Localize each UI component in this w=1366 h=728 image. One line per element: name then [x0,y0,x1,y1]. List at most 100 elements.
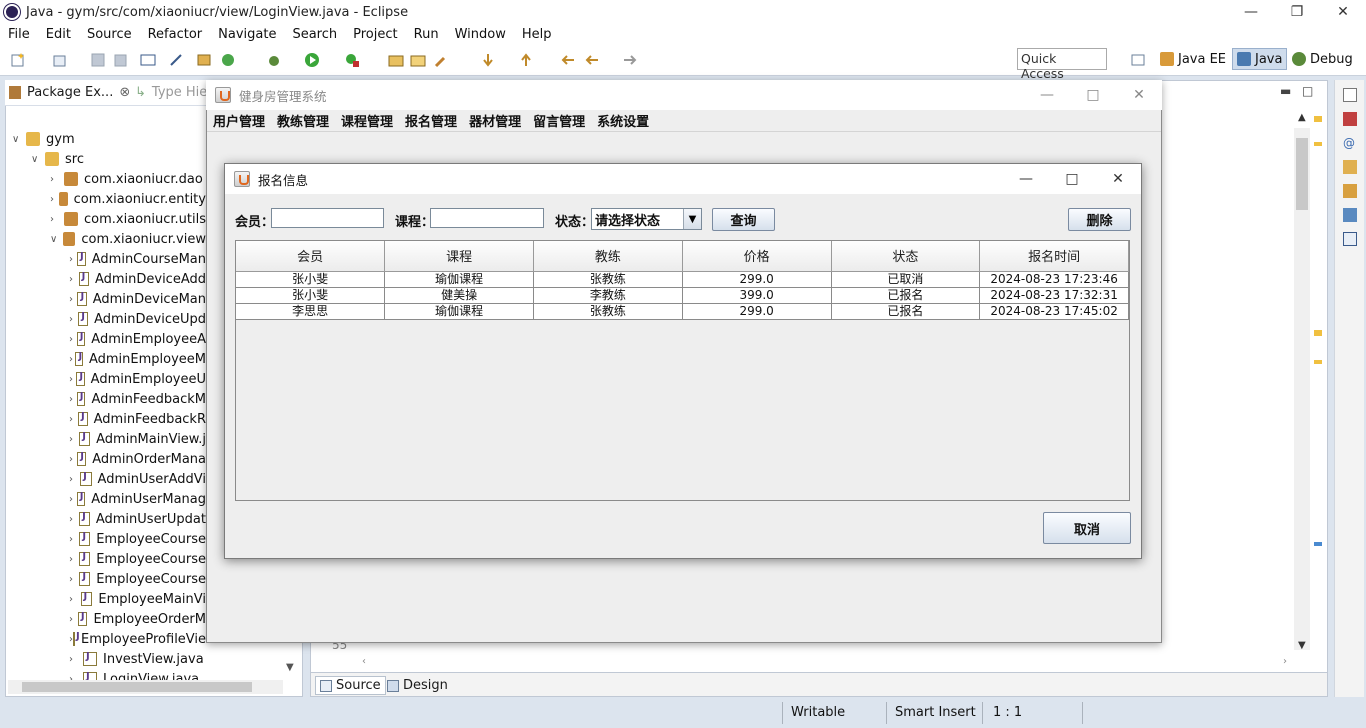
restore-icon[interactable]: ❐ [1274,0,1320,24]
status-select[interactable]: 请选择状态 ▼ [591,208,702,230]
editor-scrollbar-thumb[interactable] [1296,138,1308,210]
table-row[interactable]: 张小斐 瑜伽课程 张教练 299.0 已取消 2024-08-23 17:23:… [236,271,1129,288]
table-cell[interactable]: 张小斐 [236,271,386,288]
maximize-icon[interactable]: □ [1049,164,1095,194]
collapsed-arrow-icon[interactable]: › [69,654,83,665]
table-cell[interactable]: 张教练 [533,271,683,288]
table-cell[interactable]: 2024-08-23 17:45:02 [979,303,1129,320]
collapsed-arrow-icon[interactable]: › [69,434,79,445]
editor-vertical-scrollbar[interactable] [1294,128,1310,650]
javadoc-icon[interactable]: @ [1343,136,1357,150]
menu-navigate[interactable]: Navigate [210,27,284,42]
column-header-course[interactable]: 课程 [384,241,534,272]
back-icon[interactable] [584,52,600,68]
expanded-arrow-icon[interactable]: ∨ [12,134,26,145]
course-input[interactable] [430,208,544,228]
table-cell[interactable]: 已报名 [831,287,981,304]
quick-access-input[interactable]: Quick Access [1017,48,1107,81]
collapsed-arrow-icon[interactable]: › [50,194,59,205]
open-folder-icon[interactable] [410,52,426,68]
run-external-icon[interactable] [344,52,360,68]
tree-item[interactable]: › com.xiaoniucr.utils [50,209,206,229]
perspective-java-ee[interactable]: Java EE [1156,48,1230,70]
tree-item[interactable]: › EmployeeCourse [69,529,206,549]
collapsed-arrow-icon[interactable]: › [69,334,77,345]
open-perspective-icon[interactable] [1130,52,1146,68]
menu-edit[interactable]: Edit [38,27,79,42]
column-header-coach[interactable]: 教练 [533,241,683,272]
tree-item[interactable]: › com.xiaoniucr.entity [50,189,206,209]
menu-equipment-management[interactable]: 器材管理 [463,111,527,130]
tree-item[interactable]: ∨ com.xiaoniucr.view [50,229,206,249]
menu-help[interactable]: Help [514,27,560,42]
column-header-status[interactable]: 状态 [831,241,981,272]
table-cell[interactable]: 已报名 [831,303,981,320]
menu-enrollment-management[interactable]: 报名管理 [399,111,463,130]
perspective-debug[interactable]: Debug [1288,48,1357,70]
menu-course-management[interactable]: 课程管理 [335,111,399,130]
menu-file[interactable]: File [0,27,38,42]
tree-item[interactable]: › EmployeeCourse [69,569,206,589]
table-cell[interactable]: 张教练 [533,303,683,320]
next-annotation-icon[interactable] [480,52,496,68]
member-input[interactable] [271,208,384,228]
console-icon[interactable] [140,52,156,68]
skip-breakpoints-icon[interactable] [168,52,184,68]
search-tool-icon[interactable] [434,52,450,68]
new-icon[interactable] [10,52,26,68]
editor-scroll-left-icon[interactable]: ‹ [362,656,366,667]
tab-type-hierarchy[interactable]: ↳ Type Hie [135,85,207,100]
scroll-down-icon[interactable]: ▼ [286,662,294,673]
open-type-icon[interactable] [388,52,404,68]
tree-item[interactable]: › AdminEmployeeU [69,369,206,389]
tree-item[interactable]: › AdminUserUpdat [69,509,206,529]
minimize-view-icon[interactable]: ▬ [1280,84,1291,98]
table-cell[interactable]: 瑜伽课程 [384,303,534,320]
tree-item[interactable]: › InvestView.java [69,649,204,669]
close-icon[interactable]: ✕ [1095,164,1141,194]
build-icon[interactable] [196,52,212,68]
declaration-icon[interactable] [1343,160,1357,174]
collapsed-arrow-icon[interactable]: › [50,174,64,185]
menu-run[interactable]: Run [406,27,447,42]
menu-refactor[interactable]: Refactor [140,27,211,42]
tree-item[interactable]: › AdminCourseMan [69,249,206,269]
save-icon[interactable] [90,52,106,68]
new-package-icon[interactable] [52,52,68,68]
expanded-arrow-icon[interactable]: ∨ [31,154,45,165]
collapsed-arrow-icon[interactable]: › [69,514,79,525]
collapsed-arrow-icon[interactable]: › [69,494,77,505]
collapsed-arrow-icon[interactable]: › [69,374,76,385]
editor-scroll-right-icon[interactable]: › [1283,656,1287,667]
collapsed-arrow-icon[interactable]: › [69,594,81,605]
tree-item[interactable]: ›EmployeeProfileView.java [69,629,206,649]
expanded-arrow-icon[interactable]: ∨ [50,234,63,245]
collapsed-arrow-icon[interactable]: › [69,454,77,465]
tree-item[interactable]: › AdminDeviceMan [69,289,206,309]
refresh-icon[interactable] [220,52,236,68]
table-cell[interactable]: 399.0 [682,287,832,304]
dropdown-arrow-icon[interactable]: ▼ [683,209,701,229]
editor-scroll-down-icon[interactable]: ▼ [1298,640,1306,651]
table-cell[interactable]: 2024-08-23 17:32:31 [979,287,1129,304]
menu-feedback-management[interactable]: 留言管理 [527,111,591,130]
menu-project[interactable]: Project [345,27,405,42]
table-cell[interactable]: 已取消 [831,271,981,288]
tree-item[interactable]: › AdminEmployeeA [69,329,206,349]
maximize-icon[interactable]: □ [1070,80,1116,110]
outline-icon[interactable] [1343,184,1357,198]
query-button[interactable]: 查询 [712,208,775,231]
tab-source[interactable]: Source [315,676,386,695]
run-icon[interactable] [304,52,320,68]
collapsed-arrow-icon[interactable]: › [69,294,77,305]
tree-item[interactable]: › AdminDeviceAdd [69,269,206,289]
tree-item[interactable]: › com.xiaoniucr.dao [50,169,203,189]
tab-package-explorer[interactable]: Package Ex... ⊗ [9,85,130,100]
perspective-java[interactable]: Java [1232,48,1288,70]
minimize-icon[interactable]: — [1228,0,1274,24]
tree-item[interactable]: › EmployeeMainVi [69,589,206,609]
close-tab-icon[interactable]: ⊗ [119,85,130,100]
table-cell[interactable]: 瑜伽课程 [384,271,534,288]
horizontal-scrollbar[interactable] [8,680,283,694]
table-row[interactable]: 张小斐 健美操 李教练 399.0 已报名 2024-08-23 17:32:3… [236,287,1129,304]
